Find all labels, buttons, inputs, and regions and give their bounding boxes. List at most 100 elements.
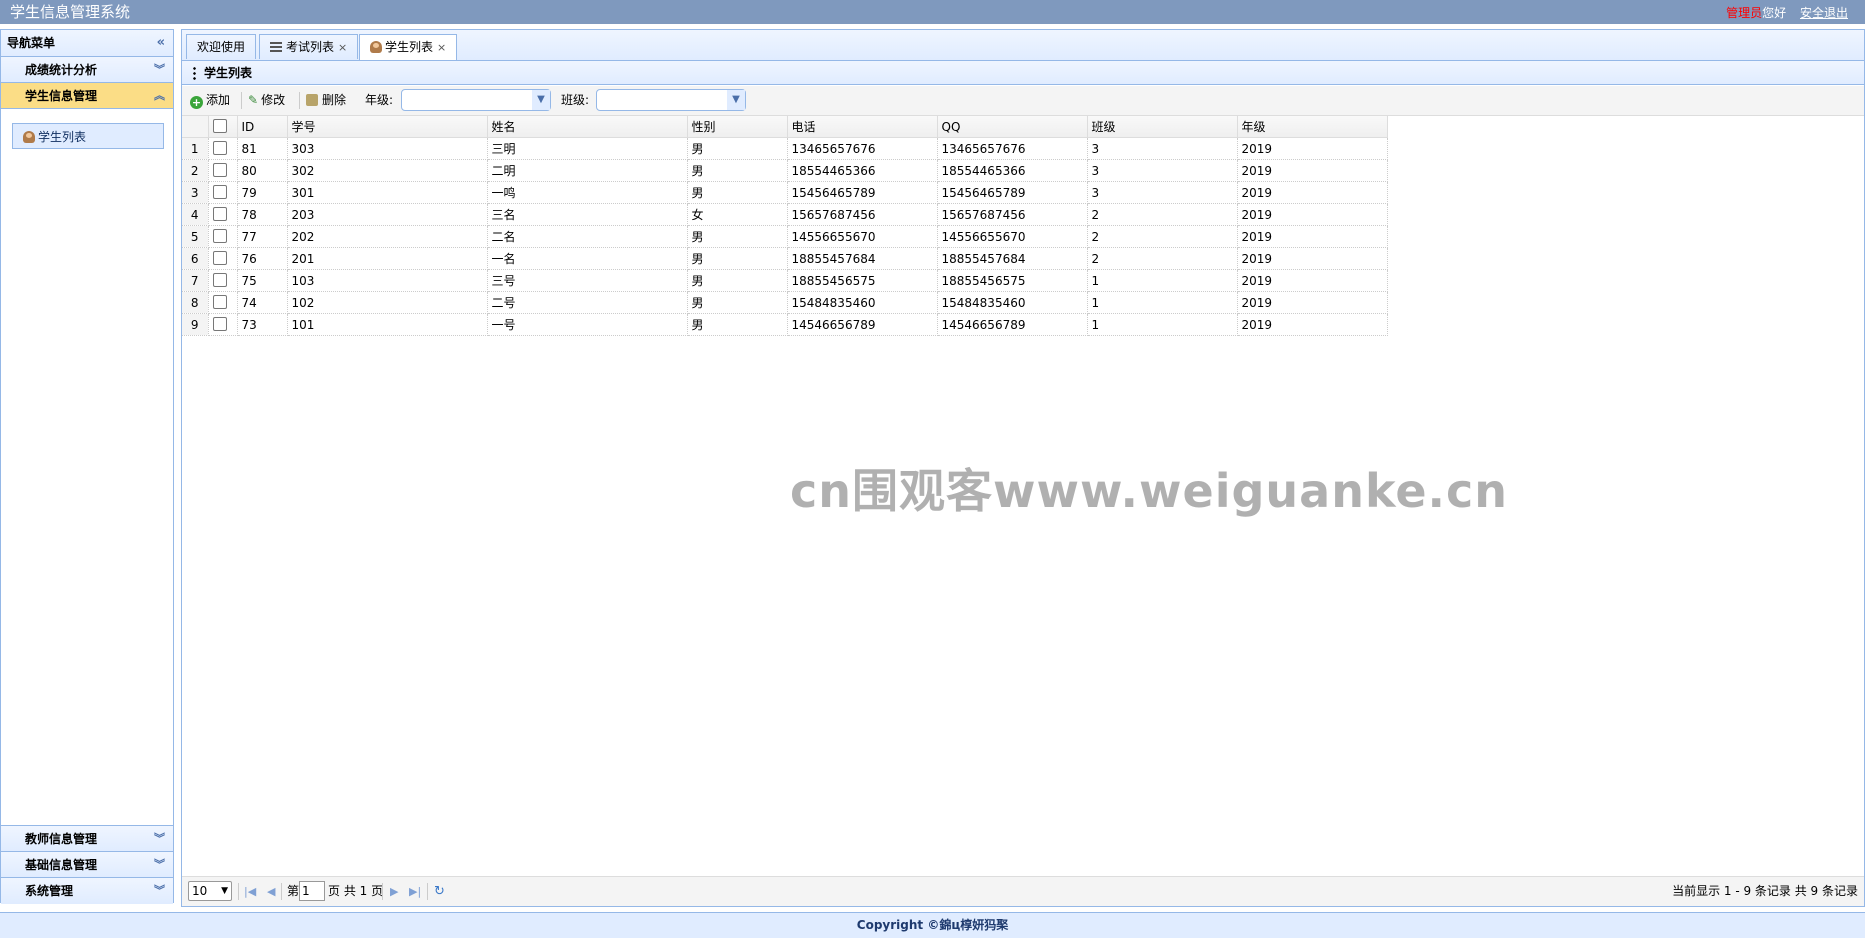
cell-grade: 2019 <box>1237 313 1388 336</box>
nav-section-students[interactable]: 学生信息管理 ︽ <box>1 83 173 109</box>
app-title: 学生信息管理系统 <box>10 3 131 21</box>
row-number: 6 <box>182 247 209 270</box>
first-page-icon[interactable]: |◀ <box>244 877 256 906</box>
table-body: 1 81 303 三明男 13465657676 13465657676 3 2019 2 80 3… <box>182 137 1388 336</box>
column-header[interactable]: 姓名 <box>487 116 688 138</box>
cell-phone: 18554465366 <box>787 159 938 182</box>
page-number-input[interactable]: 1 <box>299 881 325 901</box>
row-checkbox-cell <box>208 203 238 226</box>
cell-name: 二号 <box>487 291 688 314</box>
prev-page-icon[interactable]: ◀ <box>267 877 275 906</box>
tab-student-list[interactable]: 学生列表 × <box>359 34 458 60</box>
table-row[interactable]: 5 77 202 二名男 14556655670 14556655670 2 2019 <box>182 225 1388 248</box>
cell-grade: 2019 <box>1237 247 1388 270</box>
cell-sex: 女 <box>687 203 788 226</box>
select-all-checkbox-cell <box>208 116 238 138</box>
plus-icon: + <box>190 96 203 109</box>
row-checkbox[interactable] <box>212 317 227 331</box>
row-checkbox-cell <box>208 291 238 314</box>
collapse-left-icon[interactable]: « <box>157 30 165 56</box>
refresh-icon[interactable]: ↻ <box>434 877 445 906</box>
cell-id: 74 <box>237 291 288 314</box>
cell-qq: 15657687456 <box>937 203 1088 226</box>
column-header[interactable]: ID <box>237 116 288 138</box>
row-checkbox[interactable] <box>212 141 227 155</box>
cell-phone: 15484835460 <box>787 291 938 314</box>
edit-button[interactable]: ✎ 修改 <box>248 86 285 115</box>
last-page-icon[interactable]: ▶| <box>409 877 421 906</box>
row-checkbox[interactable] <box>212 163 227 177</box>
page-size-select[interactable]: 10 ▼ <box>188 881 232 901</box>
close-icon[interactable]: × <box>338 41 347 54</box>
row-number: 9 <box>182 313 209 336</box>
next-page-icon[interactable]: ▶ <box>390 877 398 906</box>
column-header[interactable]: QQ <box>937 116 1088 138</box>
table-row[interactable]: 3 79 301 一鸣男 15456465789 15456465789 3 2019 <box>182 181 1388 204</box>
row-number: 5 <box>182 225 209 248</box>
cell-cls: 2 <box>1087 247 1238 270</box>
top-bar: 学生信息管理系统 管理员您好 安全退出 <box>0 0 1865 24</box>
cell-id: 81 <box>237 137 288 160</box>
close-icon[interactable]: × <box>437 41 446 54</box>
nav-section-stats[interactable]: 成绩统计分析 ︾ <box>1 57 173 83</box>
cell-id: 77 <box>237 225 288 248</box>
grade-select[interactable]: ▼ <box>401 89 551 111</box>
row-checkbox[interactable] <box>212 295 227 309</box>
row-checkbox[interactable] <box>212 251 227 265</box>
table-row[interactable]: 6 76 201 一名男 18855457684 18855457684 2 2019 <box>182 247 1388 270</box>
row-number: 2 <box>182 159 209 182</box>
nav-section-system[interactable]: 系统管理 ︾ <box>1 878 173 904</box>
add-button[interactable]: + 添加 <box>190 86 230 115</box>
tab-exam-list[interactable]: 考试列表 × <box>259 34 359 59</box>
table-row[interactable]: 4 78 203 三名女 15657687456 15657687456 2 2019 <box>182 203 1388 226</box>
cell-sex: 男 <box>687 137 788 160</box>
cell-grade: 2019 <box>1237 225 1388 248</box>
cell-grade: 2019 <box>1237 203 1388 226</box>
row-checkbox[interactable] <box>212 185 227 199</box>
row-number: 4 <box>182 203 209 226</box>
menu-dots-icon <box>193 66 196 80</box>
class-select[interactable]: ▼ <box>596 89 746 111</box>
column-header[interactable]: 班级 <box>1087 116 1238 138</box>
cell-id: 75 <box>237 269 288 292</box>
cell-name: 三明 <box>487 137 688 160</box>
chevron-down-icon[interactable]: ▼ <box>532 90 550 110</box>
chevron-down-icon[interactable]: ▼ <box>727 90 745 110</box>
tab-welcome[interactable]: 欢迎使用 <box>186 34 257 59</box>
row-checkbox-cell <box>208 269 238 292</box>
table-row[interactable]: 2 80 302 二明男 18554465366 18554465366 3 2019 <box>182 159 1388 182</box>
nav-section-students-body: 学生列表 <box>1 109 173 826</box>
table-row[interactable]: 1 81 303 三明男 13465657676 13465657676 3 2019 <box>182 137 1388 160</box>
row-checkbox[interactable] <box>212 273 227 287</box>
cell-name: 二名 <box>487 225 688 248</box>
cell-phone: 18855456575 <box>787 269 938 292</box>
nav-section-basic[interactable]: 基础信息管理 ︾ <box>1 852 173 878</box>
cell-sno: 303 <box>287 137 488 160</box>
column-header[interactable]: 学号 <box>287 116 488 138</box>
column-header[interactable]: 性别 <box>687 116 788 138</box>
table-row[interactable]: 8 74 102 二号男 15484835460 15484835460 1 2019 <box>182 291 1388 314</box>
column-header[interactable]: 电话 <box>787 116 938 138</box>
column-header[interactable]: 年级 <box>1237 116 1388 138</box>
person-icon <box>370 41 382 53</box>
table-row[interactable]: 9 73 101 一号男 14546656789 14546656789 1 2019 <box>182 313 1388 336</box>
table-row[interactable]: 7 75 103 三号男 18855456575 18855456575 1 2019 <box>182 269 1388 292</box>
cell-name: 一鸣 <box>487 181 688 204</box>
row-checkbox-cell <box>208 181 238 204</box>
sidebar-item-student-list[interactable]: 学生列表 <box>12 123 164 149</box>
nav-title: 导航菜单 « <box>1 30 173 57</box>
nav-section-teachers[interactable]: 教师信息管理 ︾ <box>1 826 173 852</box>
cell-qq: 15484835460 <box>937 291 1088 314</box>
pager-divider <box>427 883 428 900</box>
row-checkbox[interactable] <box>212 229 227 243</box>
logout-link[interactable]: 安全退出 <box>1800 6 1848 20</box>
chevron-double-down-icon: ︾ <box>154 63 165 76</box>
nav-sidebar: 导航菜单 « 成绩统计分析 ︾ 学生信息管理 ︽ 学生列表 教师信息管理 ︾ 基… <box>0 29 174 904</box>
cell-grade: 2019 <box>1237 137 1388 160</box>
cell-id: 76 <box>237 247 288 270</box>
select-all-checkbox[interactable] <box>212 119 227 133</box>
pager-divider <box>281 883 282 900</box>
row-checkbox[interactable] <box>212 207 227 221</box>
chevron-double-down-icon: ︾ <box>154 858 165 871</box>
delete-button[interactable]: 删除 <box>306 86 346 115</box>
